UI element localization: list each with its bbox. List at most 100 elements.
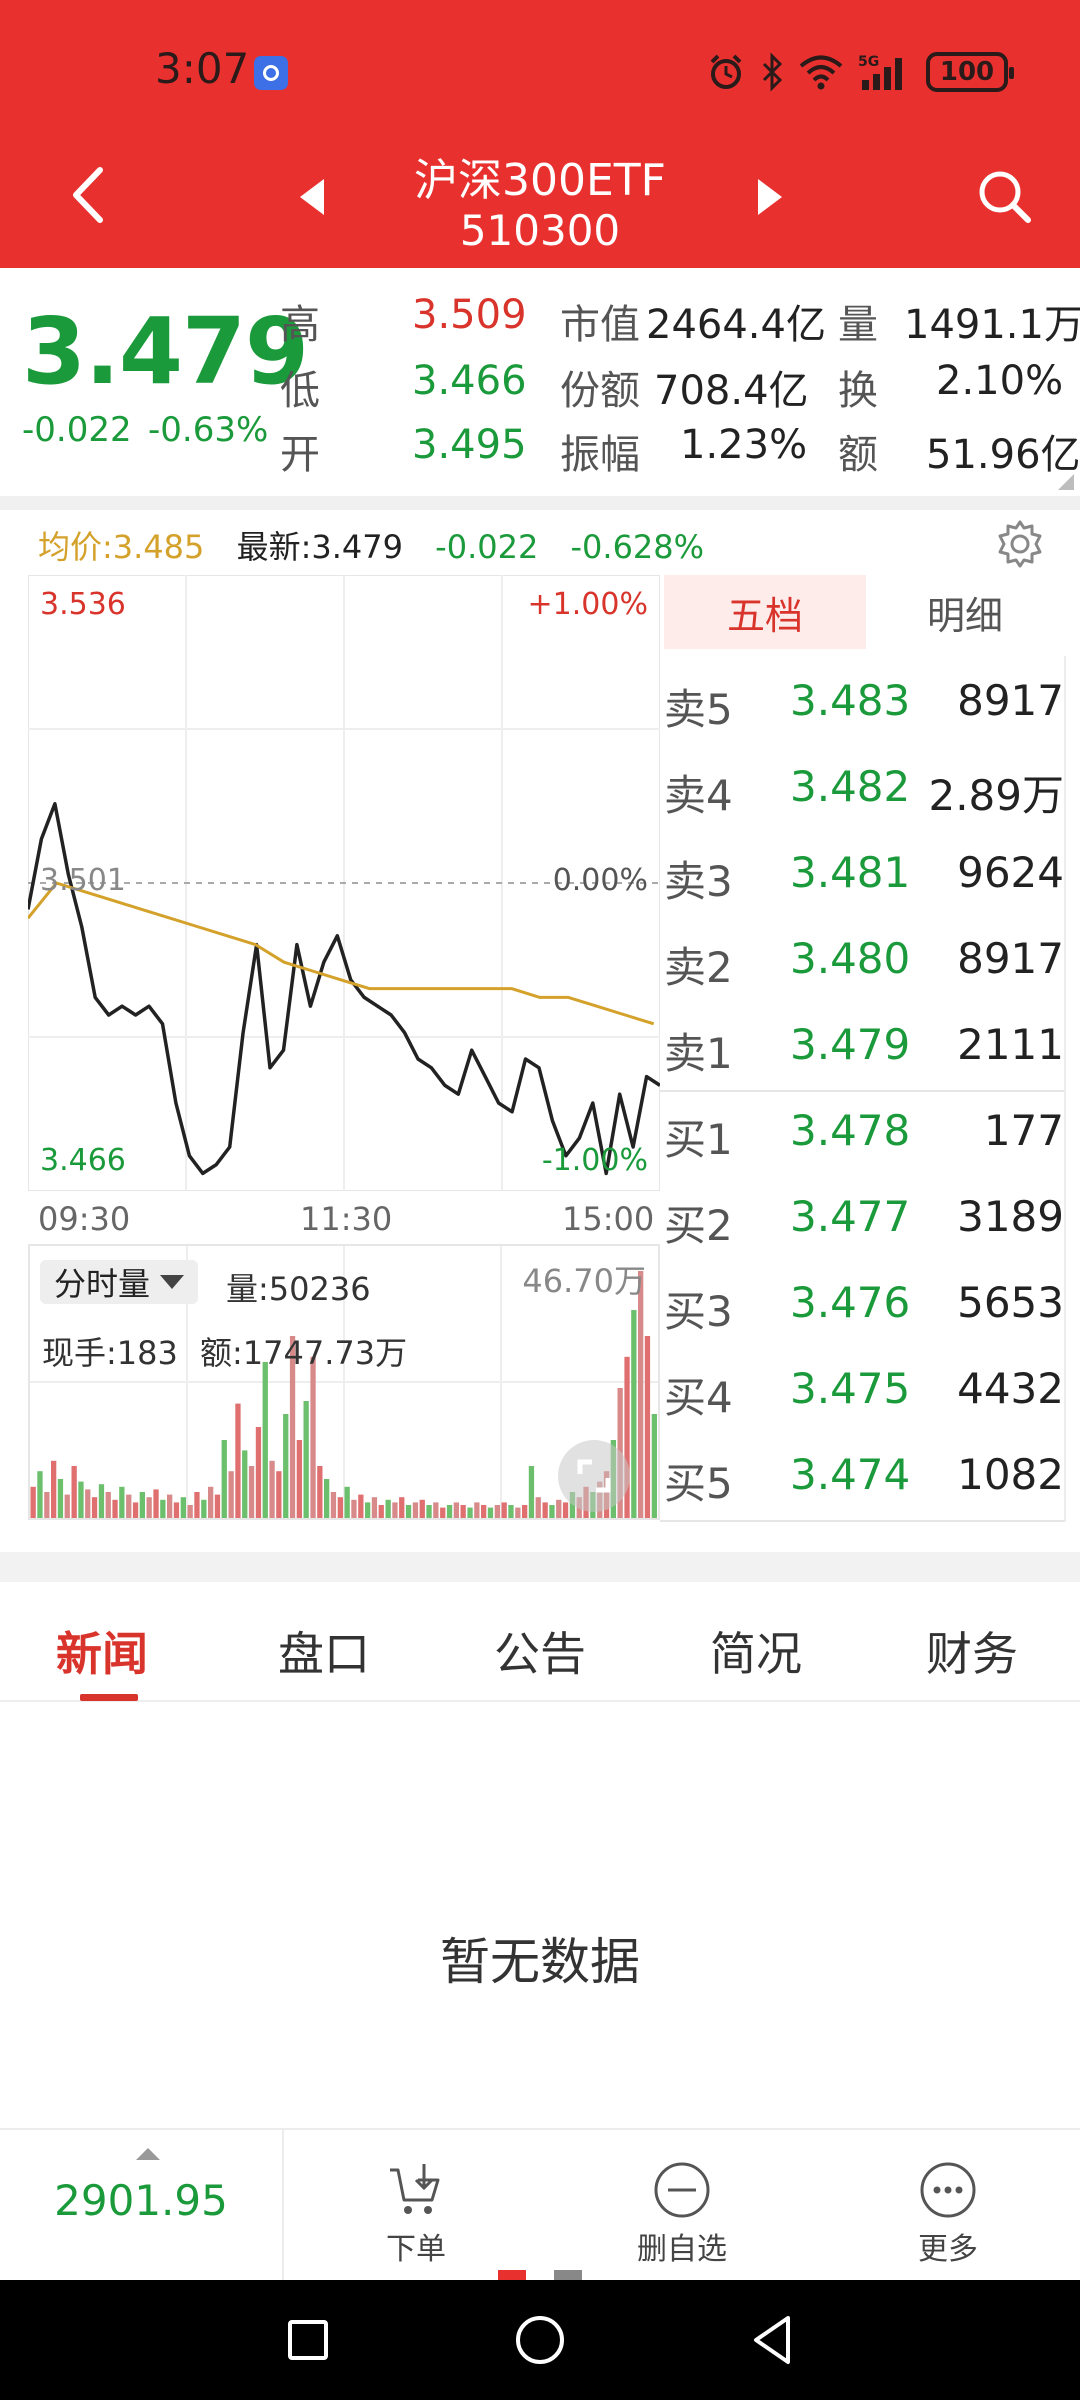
system-navigation-bar: [0, 2280, 1080, 2400]
volume-bar: [515, 1507, 521, 1518]
system-back-icon[interactable]: [712, 2280, 832, 2400]
level-label: 卖1: [664, 1029, 733, 1078]
expand-up-icon[interactable]: [136, 2148, 160, 2160]
volume-bar: [644, 1336, 651, 1518]
volume-bar: [187, 1505, 193, 1518]
volume-bar: [426, 1505, 432, 1518]
volume-bar: [167, 1494, 173, 1518]
volume-bar: [330, 1492, 337, 1518]
volume-bar: [119, 1486, 125, 1518]
volume-bar: [535, 1497, 541, 1518]
tab-news[interactable]: 新闻: [56, 1618, 148, 1684]
volume-bar: [371, 1497, 378, 1518]
info-tabs: 新闻 盘口 公告 简况 财务: [0, 1582, 1080, 1702]
level-price: 3.479: [790, 1020, 911, 1069]
status-time: 3:07: [155, 44, 250, 93]
ask-row[interactable]: 卖2 3.480 8917: [660, 914, 1064, 1000]
gear-icon[interactable]: [994, 518, 1046, 570]
chart-top-pct: +1.00%: [527, 587, 648, 622]
bid-row[interactable]: 买4 3.475 4432: [660, 1344, 1064, 1430]
volume-bar: [248, 1466, 255, 1518]
tab-announcements[interactable]: 公告: [494, 1618, 586, 1684]
level-label: 买3: [664, 1287, 733, 1336]
volume-bar: [51, 1460, 57, 1518]
time-tick-midday: 11:30: [300, 1200, 393, 1238]
wifi-icon: [799, 55, 843, 90]
volume-bar: [419, 1499, 425, 1518]
volume-bar: [303, 1401, 309, 1518]
volume-bar: [296, 1440, 302, 1518]
bid-row[interactable]: 买1 3.478 177: [660, 1086, 1064, 1172]
stock-title: 沪深300ETF: [414, 155, 666, 206]
intraday-chart[interactable]: 3.536 +1.00% 3.501 0.00% 3.466 -1.00%: [28, 575, 660, 1191]
last-price: 3.479: [22, 298, 309, 405]
volume-bar: [64, 1494, 70, 1518]
avg-price: 均价:3.485: [38, 528, 205, 566]
volume-bar: [235, 1403, 241, 1518]
bid-row[interactable]: 买2 3.477 3189: [660, 1172, 1064, 1258]
volume-bar: [85, 1489, 91, 1518]
volume-bar: [467, 1507, 473, 1518]
tab-market-depth[interactable]: 盘口: [278, 1618, 370, 1684]
ask-row[interactable]: 卖1 3.479 2111: [660, 1000, 1064, 1086]
high-value: 3.509: [412, 292, 527, 338]
tab-five-levels[interactable]: 五档: [664, 575, 866, 649]
volume-bar: [487, 1507, 494, 1518]
empty-state-text: 暂无数据: [440, 1933, 640, 1991]
intraday-info-line: 均价:3.485 最新:3.479 -0.022 -0.628%: [38, 522, 726, 568]
latest-change-pct: -0.628%: [570, 528, 705, 566]
level-quantity: 8917: [957, 934, 1064, 983]
volume-bar: [98, 1484, 105, 1518]
level-label: 买2: [664, 1201, 733, 1250]
order-button[interactable]: 下单: [346, 2152, 486, 2272]
bluetooth-icon: [762, 52, 783, 92]
search-icon[interactable]: [972, 164, 1036, 228]
level-price: 3.476: [790, 1278, 911, 1327]
level-quantity: 1082: [957, 1450, 1064, 1499]
mktcap-label: 市值: [560, 302, 640, 348]
volume-bar: [194, 1492, 200, 1518]
latest-change: -0.022: [435, 528, 539, 566]
ask-row[interactable]: 卖3 3.481 9624: [660, 828, 1064, 914]
time-tick-open: 09:30: [38, 1200, 131, 1238]
open-value: 3.495: [412, 422, 527, 468]
home-icon[interactable]: [480, 2280, 600, 2400]
more-label: 更多: [918, 2232, 978, 2267]
tab-financials[interactable]: 财务: [926, 1618, 1018, 1684]
chart-mid-price: 3.501: [40, 863, 126, 898]
bid-row[interactable]: 买5 3.474 1082: [660, 1430, 1064, 1516]
tab-trade-detail[interactable]: 明细: [866, 575, 1064, 649]
volume-bar: [44, 1492, 50, 1518]
level-label: 买4: [664, 1373, 733, 1422]
level-price: 3.477: [790, 1192, 911, 1241]
ask-row[interactable]: 卖5 3.483 8917: [660, 656, 1064, 742]
volume-type-dropdown[interactable]: 分时量: [40, 1260, 199, 1304]
volume-bar: [399, 1497, 405, 1518]
ask-row[interactable]: 卖4 3.482 2.89万: [660, 742, 1064, 828]
bottom-action-bar: 2901.95 下单 删自选 更多: [0, 2128, 1080, 2282]
order-book-bottom: [660, 1520, 1064, 1522]
volume-bar: [494, 1505, 500, 1518]
recent-apps-icon[interactable]: [248, 2280, 368, 2400]
level-price: 3.483: [790, 676, 911, 725]
battery-icon: 100: [926, 52, 1014, 92]
bid-row[interactable]: 买3 3.476 5653: [660, 1258, 1064, 1344]
volume-bar: [501, 1502, 507, 1518]
level-price: 3.482: [790, 762, 911, 811]
expand-corner-icon[interactable]: [1058, 474, 1074, 490]
section-divider-2: [0, 1552, 1080, 1582]
index-value[interactable]: 2901.95: [0, 2176, 282, 2225]
volume-bar: [433, 1502, 439, 1518]
fullscreen-button[interactable]: [558, 1440, 630, 1512]
level-price: 3.481: [790, 848, 911, 897]
level-label: 卖3: [664, 857, 733, 906]
volume-bar: [153, 1489, 159, 1518]
level-price: 3.480: [790, 934, 911, 983]
level-quantity: 3189: [957, 1192, 1064, 1241]
remove-watchlist-button[interactable]: 删自选: [612, 2152, 752, 2272]
tab-profile[interactable]: 简况: [710, 1618, 802, 1684]
volume-bar: [528, 1466, 535, 1518]
next-stock-icon[interactable]: [752, 175, 788, 219]
more-button[interactable]: 更多: [878, 2152, 1018, 2272]
volume-bar: [269, 1460, 275, 1518]
